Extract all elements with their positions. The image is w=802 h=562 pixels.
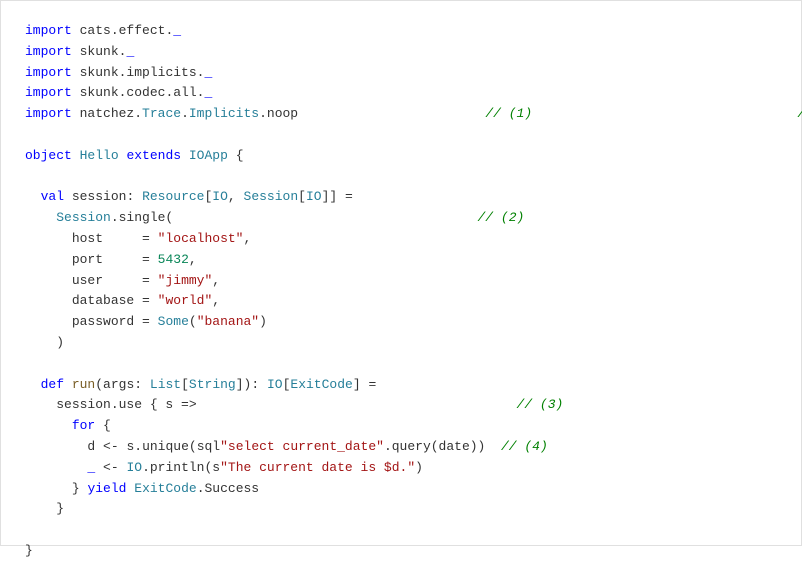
keyword-def: def [41, 377, 64, 392]
code-block: import cats.effect._import skunk._import… [25, 21, 777, 562]
keyword-yield: yield [87, 481, 126, 496]
keyword-for: for [72, 418, 95, 433]
comment-3: // (3) [517, 397, 564, 412]
type-ioapp: IOApp [189, 148, 228, 163]
keyword-object: object [25, 148, 72, 163]
keyword-import: import [25, 23, 72, 38]
object-name: Hello [80, 148, 119, 163]
comment-1a: // (1) [485, 106, 532, 121]
comment-2: // (2) [478, 210, 525, 225]
comment-1b: // (1) [797, 106, 802, 121]
comment-4: // (4) [501, 439, 548, 454]
keyword-extends: extends [126, 148, 181, 163]
method-run: run [72, 377, 95, 392]
keyword-val: val [41, 189, 64, 204]
